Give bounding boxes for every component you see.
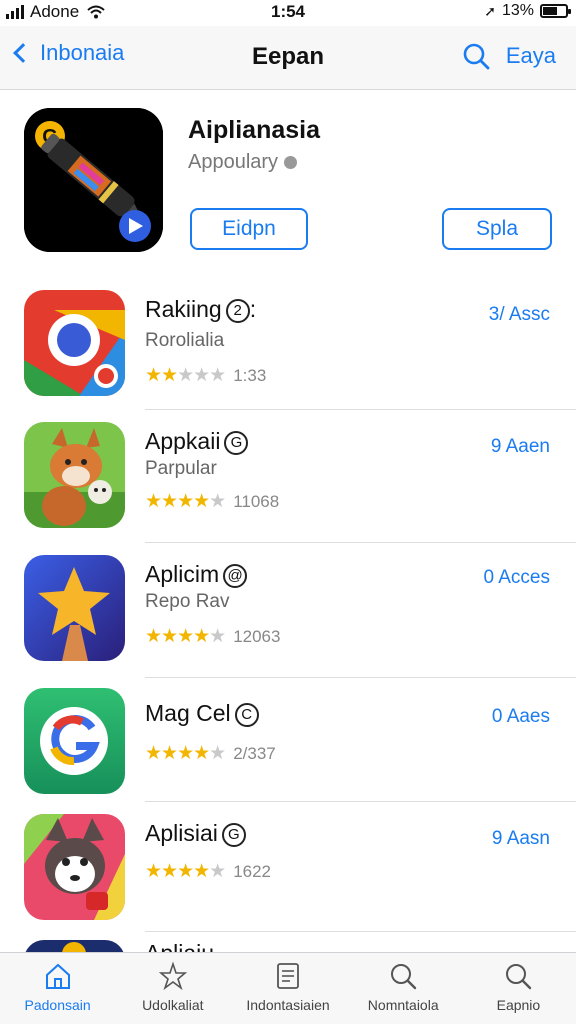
chrome-style-icon <box>24 290 125 396</box>
tab-bar: Padonsain Udolkaliat Indontasiaien Nomnt… <box>0 952 576 1024</box>
get-button[interactable]: 0 Aaes <box>492 706 550 728</box>
star-rating-icon: ★★★★★ <box>145 626 226 647</box>
list-item[interactable]: Aplisiai G ★★★★★ 1622 9 Aasn <box>0 802 576 932</box>
star-outline-icon <box>158 961 187 991</box>
rating-count: 2/337 <box>233 743 276 763</box>
tab-label: Indontasiaien <box>246 997 330 1013</box>
badge-icon: @ <box>223 563 248 588</box>
navigation-bar: Inbonaia Eepan Eaya <box>0 26 576 90</box>
rating: ★★★★★ 2/337 <box>145 742 276 765</box>
badge-icon: 2 <box>225 298 250 323</box>
app-subtitle: Repo Rav <box>145 591 230 612</box>
rating-count: 1:33 <box>233 365 267 385</box>
tab-label: Padonsain <box>24 997 91 1013</box>
partial-app-icon <box>24 940 125 952</box>
app-name-text: Aplicim <box>145 561 220 587</box>
star-icon <box>24 555 125 661</box>
app-name: Aplicim @ <box>145 561 248 588</box>
app-subtitle: Parpular <box>145 458 217 479</box>
app-name: Rakiing 2: <box>145 296 257 323</box>
app-name-text: Rakiing <box>145 296 222 322</box>
get-button[interactable]: 9 Aaen <box>491 436 550 458</box>
rating: ★★★★★ 1622 <box>145 860 271 883</box>
husky-character-icon <box>24 814 125 920</box>
home-icon <box>45 963 70 989</box>
app-subtitle: Rorolialia <box>145 330 225 351</box>
tab-label: Eapnio <box>496 997 541 1013</box>
app-name: Mag Cel C <box>145 700 259 727</box>
rating-count: 12063 <box>233 626 281 646</box>
list-item[interactable]: Rakiing 2: Rorolialia ★★★★★ 1:33 3/ Assc <box>0 272 576 410</box>
rating: ★★★★★ 12063 <box>145 625 280 648</box>
fox-character-icon <box>24 422 125 528</box>
rating-count: 11068 <box>233 491 280 511</box>
search-icon[interactable] <box>462 42 490 70</box>
badge-icon: C <box>234 702 259 727</box>
list-item[interactable]: Mag Cel C ★★★★★ 2/337 0 Aaes <box>0 678 576 802</box>
featured-app: G Aiplianasia Appoulary Eidpn Spla <box>0 90 576 272</box>
battery-percent: 13% <box>501 2 534 19</box>
badge-icon: G <box>221 822 246 847</box>
featured-subtitle-text: Appoulary <box>188 151 279 173</box>
tab-label: Udolkaliat <box>142 997 204 1013</box>
badge-icon: G <box>224 430 249 455</box>
nav-right-button[interactable]: Eaya <box>506 43 556 69</box>
tab-documents[interactable]: Indontasiaien <box>230 953 345 1024</box>
app-name-text: Appkaii <box>145 428 221 454</box>
star-rating-icon: ★★★★★ <box>145 365 226 386</box>
featured-app-subtitle: Appoulary <box>188 151 298 174</box>
get-button[interactable]: 9 Aasn <box>492 828 550 850</box>
location-icon: ➚ <box>484 2 496 19</box>
rating: ★★★★★ 11068 <box>145 490 279 513</box>
status-right: ➚ 13% <box>484 2 571 20</box>
rating: ★★★★★ 1:33 <box>145 364 266 387</box>
get-button[interactable]: 3/ Assc <box>489 304 550 326</box>
list-item[interactable]: Appkaii G Parpular ★★★★★ 11068 9 Aaen <box>0 410 576 543</box>
tab-featured[interactable]: Udolkaliat <box>115 953 230 1024</box>
tab-label: Nomntaiola <box>367 997 439 1013</box>
status-bar: Adone 1:54 ➚ 13% <box>0 0 576 26</box>
tab-search[interactable]: Nomntaiola <box>346 953 461 1024</box>
featured-primary-button[interactable]: Eidpn <box>190 208 308 250</box>
battery-icon <box>540 4 571 18</box>
tab-search-2[interactable]: Eapnio <box>461 953 576 1024</box>
app-name-text: Aplisiai <box>145 820 218 846</box>
google-g-icon <box>24 688 125 794</box>
info-icon <box>284 156 298 170</box>
featured-app-icon[interactable]: G <box>24 108 163 252</box>
tab-home[interactable]: Padonsain <box>0 953 115 1024</box>
app-name: Appkaii G <box>145 428 249 455</box>
rating-count: 1622 <box>233 861 272 881</box>
list-item[interactable]: Apliaiu <box>0 932 576 952</box>
star-rating-icon: ★★★★★ <box>145 491 226 512</box>
app-name: Aplisiai G <box>145 820 246 847</box>
get-button[interactable]: 0 Acces <box>483 567 550 589</box>
featured-secondary-button[interactable]: Spla <box>442 208 552 250</box>
search-icon <box>506 964 532 990</box>
document-icon <box>277 963 299 989</box>
app-name: Apliaiu <box>145 940 214 952</box>
list-item[interactable]: Aplicim @ Repo Rav ★★★★★ 12063 0 Acces <box>0 543 576 678</box>
star-rating-icon: ★★★★★ <box>145 861 226 882</box>
search-icon <box>391 964 417 990</box>
featured-app-name: Aiplianasia <box>188 116 320 144</box>
star-rating-icon: ★★★★★ <box>145 743 226 764</box>
app-name-text: Mag Cel <box>145 700 231 726</box>
